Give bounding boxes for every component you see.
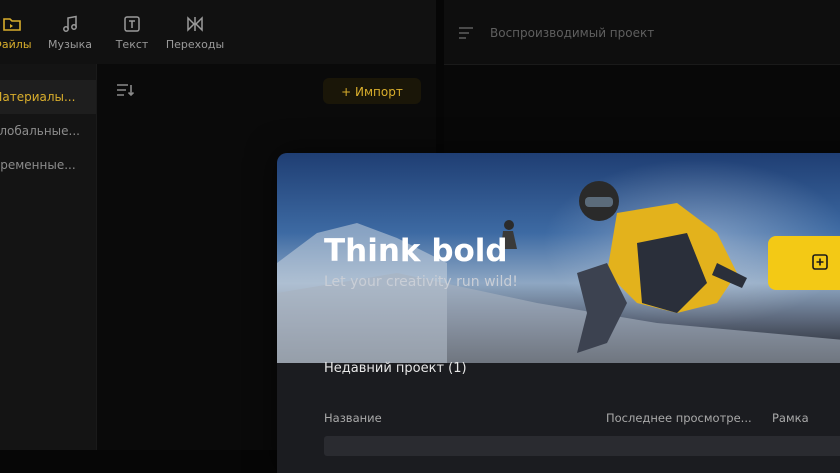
column-header-last-viewed[interactable]: Последнее просмотре... [606,411,752,425]
hero-banner: Think bold Let your creativity run wild! [277,153,840,363]
transition-icon [187,16,203,32]
tab-text-label: Текст [115,38,149,51]
tab-music[interactable]: Музыка [44,14,96,54]
tab-files-label: Файлы [0,38,32,51]
tab-transitions[interactable]: Переходы [162,14,228,54]
plus-square-icon [812,254,828,270]
hero-subtitle: Let your creativity run wild! [324,274,518,290]
new-project-button[interactable] [768,236,840,290]
tab-text[interactable]: Текст [108,14,156,54]
sidebar-item-temporary[interactable]: Временные... [0,148,96,182]
sidebar-item-materials[interactable]: Материалы... [0,80,96,114]
folder-icon [3,18,21,31]
hero-title: Think bold [324,233,508,269]
tab-files[interactable]: Файлы [0,14,42,54]
column-header-name[interactable]: Название [324,411,382,425]
import-button[interactable]: + Импорт [323,78,421,104]
sidebar-item-label: Материалы... [0,90,76,104]
text-t-icon [124,16,140,32]
player-title: Воспроизводимый проект [490,26,655,40]
sidebar-item-label: Глобальные... [0,124,80,138]
menu-lines-icon[interactable] [458,26,474,40]
player-header: Воспроизводимый проект [444,0,840,65]
column-header-frame[interactable]: Рамка [772,411,809,425]
table-row[interactable] [324,436,840,456]
media-sidebar: Материалы... Глобальные... Временные... [0,64,97,450]
sidebar-item-label: Временные... [0,158,76,172]
welcome-window: Think bold Let your creativity run wild!… [277,153,840,473]
sidebar-item-global[interactable]: Глобальные... [0,114,96,148]
sort-icon[interactable] [115,80,135,100]
media-tabbar: Файлы Музыка Текст Переходы [0,0,436,65]
music-note-icon [63,15,77,32]
tab-music-label: Музыка [48,38,92,51]
recent-projects-heading: Недавний проект (1) [324,361,467,376]
tab-transitions-label: Переходы [165,38,225,51]
